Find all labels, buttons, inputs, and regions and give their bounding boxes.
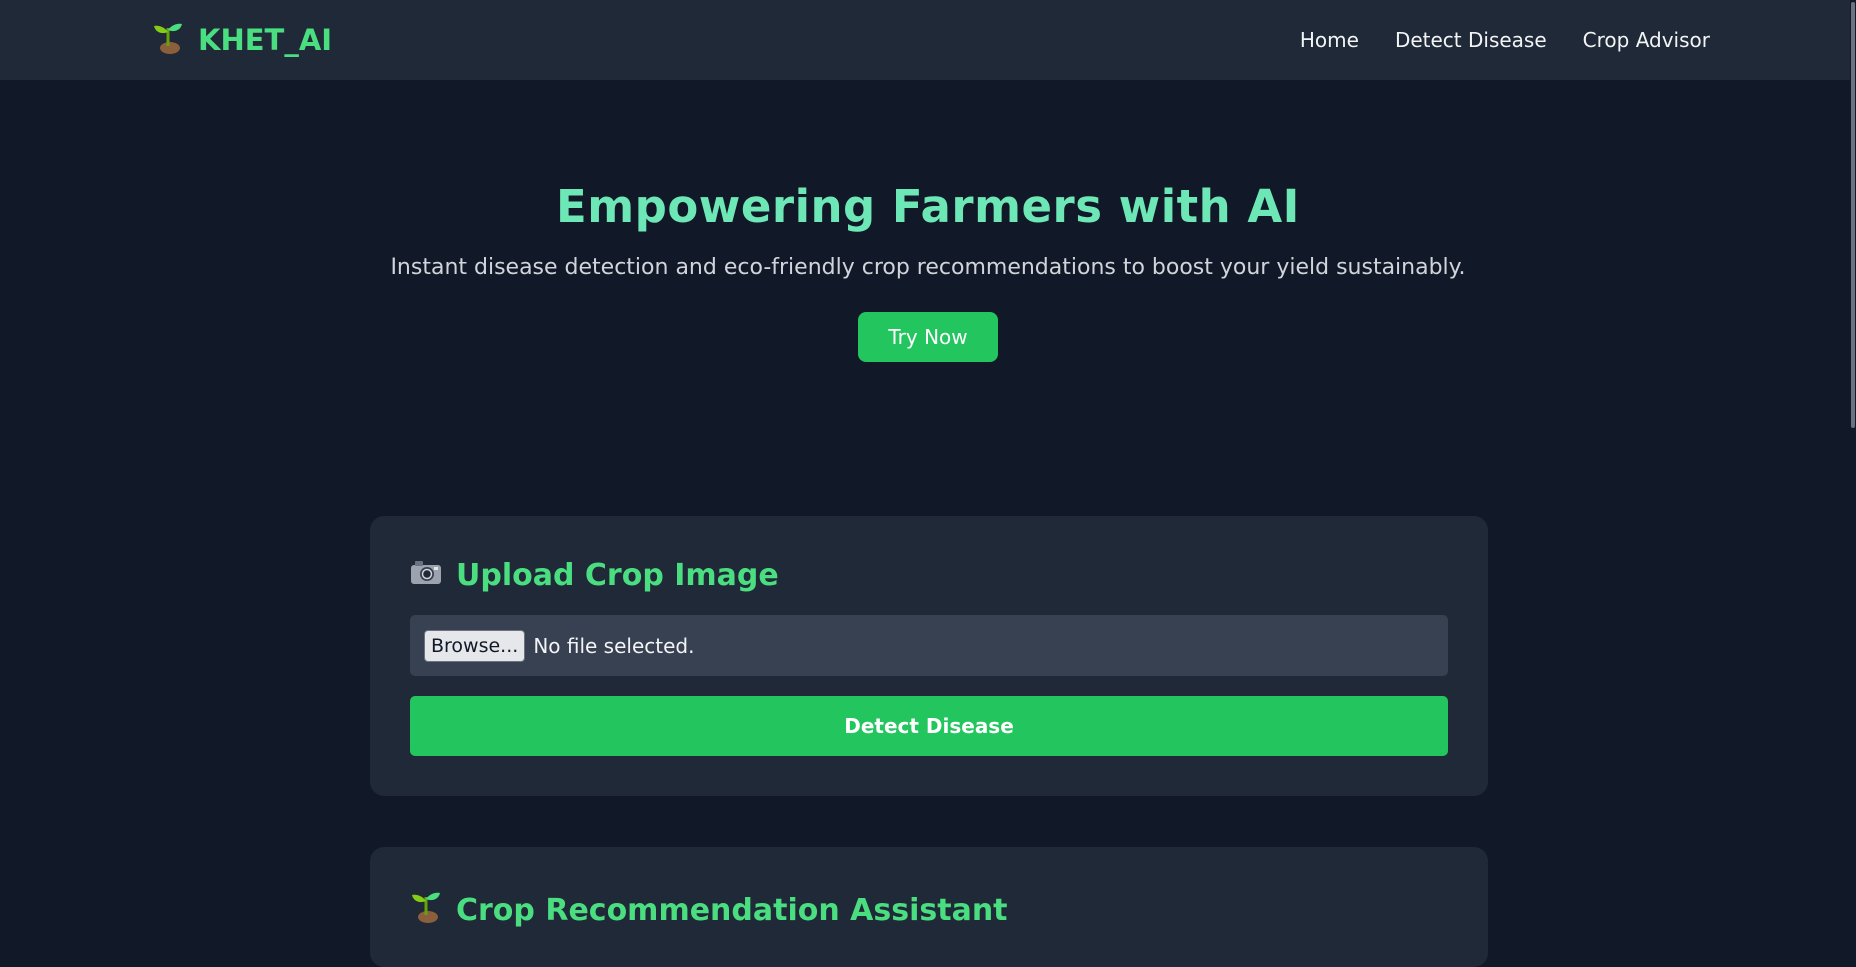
hero-subtitle: Instant disease detection and eco-friend… — [390, 255, 1466, 280]
top-navbar: KHET_AI Home Detect Disease Crop Advisor — [0, 0, 1856, 80]
seedling-icon — [410, 889, 442, 931]
recommend-card-header: Crop Recommendation Assistant — [410, 889, 1448, 931]
detect-disease-button[interactable]: Detect Disease — [410, 696, 1448, 756]
nav-link-detect-disease[interactable]: Detect Disease — [1395, 28, 1547, 52]
scrollbar-thumb[interactable] — [1851, 2, 1855, 428]
upload-card: Upload Crop Image Browse... No file sele… — [370, 516, 1488, 796]
hero-section: Empowering Farmers with AI Instant disea… — [0, 180, 1856, 362]
browse-button[interactable]: Browse... — [424, 629, 526, 662]
nav-link-home[interactable]: Home — [1300, 28, 1359, 52]
page-scrollbar[interactable] — [1850, 0, 1856, 939]
nav-link-crop-advisor[interactable]: Crop Advisor — [1583, 28, 1710, 52]
recommend-card: Crop Recommendation Assistant — [370, 847, 1488, 967]
upload-card-title: Upload Crop Image — [456, 558, 779, 593]
file-status: No file selected. — [533, 633, 695, 658]
hero-title: Empowering Farmers with AI — [556, 180, 1300, 233]
seedling-icon — [152, 20, 184, 61]
camera-icon — [410, 558, 442, 593]
brand-logo[interactable]: KHET_AI — [152, 20, 332, 61]
file-input[interactable]: Browse... No file selected. — [410, 615, 1448, 676]
brand-name: KHET_AI — [198, 23, 333, 57]
try-now-button[interactable]: Try Now — [858, 312, 998, 362]
recommend-card-title: Crop Recommendation Assistant — [456, 892, 1008, 928]
nav-links: Home Detect Disease Crop Advisor — [1300, 28, 1710, 52]
upload-card-header: Upload Crop Image — [410, 558, 1448, 593]
